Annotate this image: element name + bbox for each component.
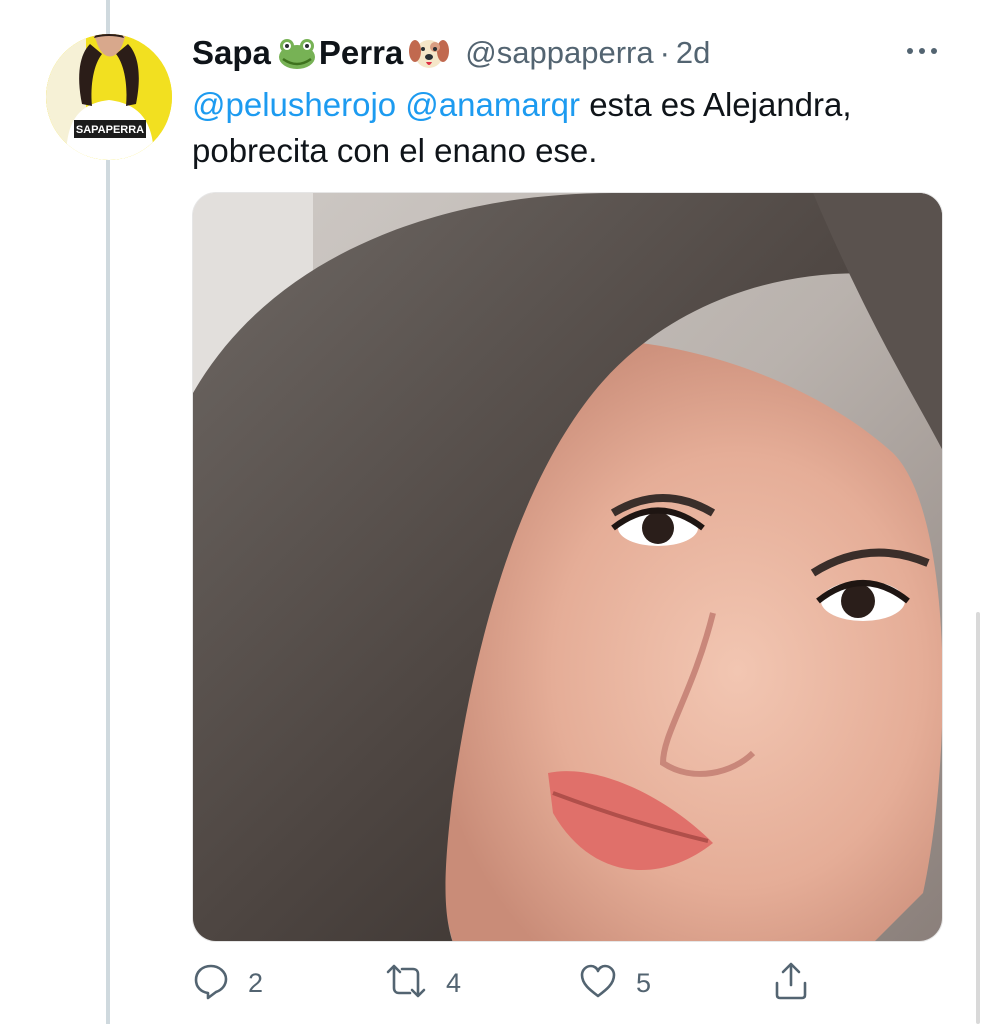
more-options-button[interactable] [896, 34, 948, 70]
author-handle[interactable]: @sappaperra [465, 35, 653, 71]
retweet-count: 4 [446, 967, 462, 998]
tweet-body-line1: esta es Alejandra, [589, 86, 852, 123]
author-name-part1: Sapa [192, 34, 271, 71]
author-name-part2: Perra [318, 34, 404, 71]
reply-button[interactable]: 2 [192, 958, 263, 1008]
tweet-body-line2: pobrecita con el enano ese. [192, 132, 598, 169]
dog-emoji-icon [409, 35, 450, 71]
tweet-text: @pelusherojo @anamarqr esta es Alejandra… [192, 82, 952, 174]
scrollbar-thumb[interactable] [976, 612, 980, 1024]
mention-link[interactable]: @pelusherojo [192, 86, 396, 123]
tweet-screen: SAPAPERRA Sapa Perra @sappaperra · 2d @p… [0, 0, 989, 1024]
reply-icon [192, 962, 230, 1005]
author-display-name[interactable]: Sapa Perra [192, 34, 451, 72]
retweet-button[interactable]: 4 [384, 958, 461, 1008]
avatar-shirt-text: SAPAPERRA [76, 124, 144, 136]
tweet-timestamp[interactable]: 2d [676, 35, 710, 71]
tweet-actions-bar: 2 4 5 [192, 958, 832, 1008]
mention-link[interactable]: @anamarqr [405, 86, 580, 123]
tweet-media-photo[interactable] [192, 192, 943, 942]
retweet-icon [384, 962, 428, 1005]
frog-emoji-icon [277, 35, 317, 71]
header-separator: · [659, 35, 670, 70]
share-icon [772, 961, 810, 1006]
like-count: 5 [636, 967, 652, 998]
share-button[interactable] [772, 958, 810, 1008]
tweet-header: Sapa Perra @sappaperra · 2d [192, 30, 710, 76]
like-button[interactable]: 5 [578, 958, 651, 1008]
reply-count: 2 [248, 967, 264, 998]
heart-icon [578, 962, 618, 1005]
more-horizontal-icon [905, 43, 939, 61]
avatar[interactable]: SAPAPERRA [46, 34, 172, 160]
